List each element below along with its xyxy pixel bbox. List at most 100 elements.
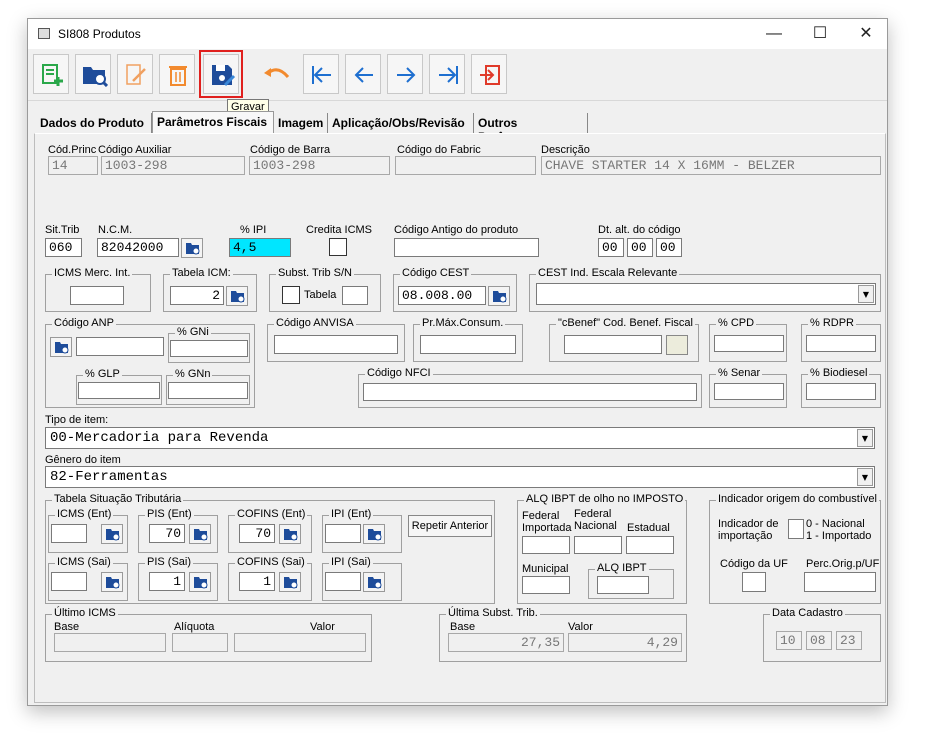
gni-field[interactable] (170, 340, 248, 357)
ult-icms-base-field[interactable] (54, 633, 166, 652)
tab-dados-produto[interactable]: Dados do Produto (36, 113, 152, 133)
cest-field[interactable]: 08.008.00 (398, 286, 486, 305)
cpd-field[interactable] (714, 335, 784, 352)
nfci-field[interactable] (363, 383, 697, 401)
ncm-field[interactable]: 82042000 (97, 238, 179, 257)
edit-document-icon (126, 64, 146, 85)
credita-icms-checkbox[interactable] (329, 238, 347, 256)
cadastro-year[interactable]: 23 (836, 631, 862, 650)
tab-aplicacao[interactable]: Aplicação/Obs/Revisão (328, 113, 474, 133)
folder-search-icon (106, 577, 120, 589)
anp-group: Código ANP % GNi % GLP % GNn (45, 317, 255, 408)
next-record-button[interactable] (387, 54, 423, 94)
federal-nac-field[interactable] (574, 536, 622, 554)
senar-field[interactable] (714, 383, 784, 400)
tab-parametros-fiscais[interactable]: Parâmetros Fiscais (152, 111, 274, 133)
new-button[interactable] (33, 54, 69, 94)
cofins-sai-search-button[interactable] (279, 572, 301, 592)
gnn-field[interactable] (168, 382, 248, 399)
ult-icms-aliq-field[interactable] (172, 633, 228, 652)
sit-trib-field[interactable]: 060 (45, 238, 82, 257)
cod-aux-field[interactable]: 1003-298 (101, 156, 245, 175)
alq-ibpt-field[interactable] (597, 576, 649, 594)
tab-imagem[interactable]: Imagem (274, 113, 328, 133)
cod-barra-field[interactable]: 1003-298 (249, 156, 390, 175)
edit-button[interactable] (117, 54, 153, 94)
ipi-sai-field[interactable] (325, 572, 361, 591)
icms-sai-search-button[interactable] (101, 572, 123, 592)
indicador-field[interactable] (788, 519, 804, 539)
genero-select[interactable]: 82-Ferramentas ▼ (45, 466, 875, 488)
save-button[interactable] (199, 50, 243, 98)
glp-field[interactable] (78, 382, 160, 399)
pis-sai-field[interactable]: 1 (149, 572, 185, 591)
anp-search-button[interactable] (50, 337, 72, 357)
icms-ent-field[interactable] (51, 524, 87, 543)
cest-ind-select[interactable]: ▼ (536, 283, 876, 305)
icms-sai-group: ICMS (Sai) (48, 556, 128, 601)
cod-princ-field[interactable]: 14 (48, 156, 98, 175)
prmax-label: Pr.Máx.Consum. (420, 317, 506, 329)
pis-ent-field[interactable]: 70 (149, 524, 185, 543)
cadastro-month[interactable]: 08 (806, 631, 832, 650)
cod-antigo-field[interactable] (394, 238, 539, 257)
close-button[interactable]: ✕ (843, 19, 889, 49)
descricao-field[interactable]: CHAVE STARTER 14 X 16MM - BELZER (541, 156, 881, 175)
alq-ibpt-label: ALQ IBPT (595, 562, 649, 574)
cofins-ent-search-button[interactable] (279, 524, 301, 544)
minimize-button[interactable]: — (751, 19, 797, 49)
tipo-item-select[interactable]: 00-Mercadoria para Revenda ▼ (45, 427, 875, 449)
tabela-icm-field[interactable]: 2 (170, 286, 224, 305)
first-record-button[interactable] (303, 54, 339, 94)
previous-record-button[interactable] (345, 54, 381, 94)
ipi-field[interactable]: 4,5 (229, 238, 291, 257)
icms-ent-search-button[interactable] (101, 524, 123, 544)
ipi-ent-search-button[interactable] (363, 524, 385, 544)
subst-trib-checkbox[interactable] (282, 286, 300, 304)
federal-imp-field[interactable] (522, 536, 570, 554)
pis-ent-search-button[interactable] (189, 524, 211, 544)
ipi-ent-field[interactable] (325, 524, 361, 543)
subst-tabela-field[interactable] (342, 286, 368, 305)
codigo-uf-field[interactable] (742, 572, 766, 592)
dt-alt-year[interactable]: 00 (656, 238, 682, 257)
ult-subst-valor-field[interactable]: 4,29 (568, 633, 682, 652)
search-button[interactable] (75, 54, 111, 94)
cod-fabric-field[interactable] (395, 156, 536, 175)
municipal-field[interactable] (522, 576, 570, 594)
maximize-button[interactable]: ☐ (797, 19, 843, 49)
cest-search-button[interactable] (488, 286, 510, 306)
cod-aux-label: Código Auxiliar (98, 144, 172, 156)
ult-icms-valor-field[interactable] (234, 633, 366, 652)
dt-alt-month[interactable]: 00 (627, 238, 653, 257)
tab-outros-parametros[interactable]: Outros Parâmetros (474, 113, 588, 144)
icms-sai-field[interactable] (51, 572, 87, 591)
estadual-field[interactable] (626, 536, 674, 554)
anvisa-field[interactable] (274, 335, 398, 354)
dt-alt-day[interactable]: 00 (598, 238, 624, 257)
exit-button[interactable] (471, 54, 507, 94)
cofins-sai-field[interactable]: 1 (239, 572, 275, 591)
repetir-anterior-button[interactable]: Repetir Anterior (408, 515, 492, 537)
anp-field[interactable] (76, 337, 164, 356)
last-record-button[interactable] (429, 54, 465, 94)
tabela-icm-search-button[interactable] (226, 286, 248, 306)
prmax-field[interactable] (420, 335, 516, 354)
ult-subst-base-field[interactable]: 27,35 (448, 633, 564, 652)
icms-merc-field[interactable] (70, 286, 124, 305)
pis-sai-search-button[interactable] (189, 572, 211, 592)
ipi-ent-group: IPI (Ent) (322, 508, 402, 553)
cbenef-field[interactable] (564, 335, 662, 354)
cofins-ent-field[interactable]: 70 (239, 524, 275, 543)
subst-trib-label: Subst. Trib S/N (276, 267, 354, 279)
cbenef-lookup-button[interactable] (666, 335, 688, 355)
biodiesel-field[interactable] (806, 383, 876, 400)
perc-orig-field[interactable] (804, 572, 876, 592)
federal-imp-label-2: Importada (522, 522, 572, 534)
delete-button[interactable] (159, 54, 195, 94)
cadastro-day[interactable]: 10 (776, 631, 802, 650)
rdpr-field[interactable] (806, 335, 876, 352)
undo-button[interactable] (255, 54, 291, 94)
ncm-search-button[interactable] (181, 238, 203, 258)
ipi-sai-search-button[interactable] (363, 572, 385, 592)
